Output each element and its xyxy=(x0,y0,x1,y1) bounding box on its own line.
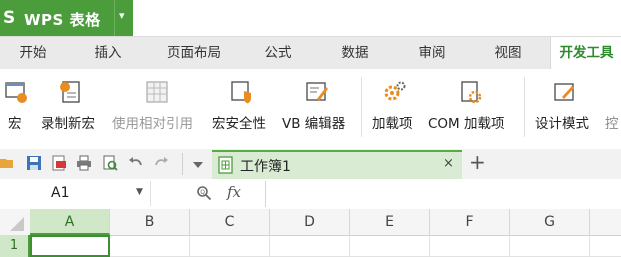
vb-editor-label: VB 编辑器 xyxy=(282,116,346,132)
title-bar: S WPS 表格 ▾ xyxy=(0,0,621,36)
column-header-e[interactable]: E xyxy=(350,209,430,235)
tab-view[interactable]: 视图 xyxy=(482,37,534,70)
tab-page-layout[interactable]: 页面布局 xyxy=(152,37,236,70)
insert-function-icon[interactable]: fx xyxy=(227,183,241,201)
relative-reference-icon xyxy=(146,81,168,103)
vb-editor-icon xyxy=(306,82,328,101)
tab-developer[interactable]: 开发工具 xyxy=(550,37,621,70)
print-preview-icon[interactable] xyxy=(102,155,118,171)
customize-toolbar-icon[interactable] xyxy=(190,157,206,173)
wps-logo-icon: S xyxy=(3,8,16,28)
toolbar-divider xyxy=(182,153,183,175)
addins-button[interactable]: 加载项 xyxy=(368,69,422,149)
gears-icon xyxy=(384,81,406,101)
macro-security-label: 宏安全性 xyxy=(212,116,266,132)
app-menu-button[interactable]: S WPS 表格 ▾ xyxy=(0,0,133,36)
cell-g1[interactable] xyxy=(510,235,590,257)
tab-home[interactable]: 开始 xyxy=(0,37,66,70)
design-mode-button[interactable]: 设计模式 xyxy=(532,69,598,149)
macro-icon xyxy=(5,82,27,103)
column-header-row: A B C D E F G xyxy=(0,209,621,236)
document-title: 工作簿1 xyxy=(240,159,291,175)
cell-c1[interactable] xyxy=(190,235,270,257)
redo-icon[interactable] xyxy=(153,155,169,171)
cell-d1[interactable] xyxy=(270,235,350,257)
record-macro-button[interactable]: 录制新宏 xyxy=(38,69,104,149)
column-header-d[interactable]: D xyxy=(270,209,350,235)
macro-security-icon xyxy=(231,81,251,104)
chevron-down-icon[interactable]: ▾ xyxy=(119,9,125,22)
ribbon-tab-bar: 开始 插入 页面布局 公式 数据 审阅 视图 开发工具 xyxy=(0,36,621,70)
ribbon-divider xyxy=(361,77,362,137)
column-header-a[interactable]: A xyxy=(30,209,110,235)
relative-reference-button[interactable]: 使用相对引用 xyxy=(110,69,206,149)
cell-f1[interactable] xyxy=(430,235,510,257)
app-menu-divider xyxy=(114,0,115,36)
column-header-partial[interactable] xyxy=(590,209,621,235)
macro-button[interactable]: 宏 xyxy=(0,69,30,149)
tab-data[interactable]: 数据 xyxy=(328,37,382,70)
new-tab-icon[interactable]: + xyxy=(469,150,486,174)
select-all-corner[interactable] xyxy=(0,209,31,235)
row-header-1[interactable]: 1 xyxy=(0,235,30,257)
document-tab[interactable]: 工作簿1 × xyxy=(212,150,462,179)
vb-editor-button[interactable]: VB 编辑器 xyxy=(280,69,354,149)
quick-access-toolbar: 工作簿1 × + xyxy=(0,149,621,180)
column-header-f[interactable]: F xyxy=(430,209,510,235)
cell-e1[interactable] xyxy=(350,235,430,257)
spreadsheet-file-icon xyxy=(218,156,233,174)
formula-input[interactable] xyxy=(265,181,621,207)
open-folder-icon[interactable] xyxy=(0,155,16,171)
tab-formulas[interactable]: 公式 xyxy=(252,37,304,70)
addins-label: 加载项 xyxy=(372,116,413,132)
controls-label: 控 xyxy=(605,116,619,132)
tab-insert[interactable]: 插入 xyxy=(78,37,138,70)
cell-h1[interactable] xyxy=(590,235,621,257)
design-mode-icon xyxy=(554,83,574,101)
grid-rows: 1 xyxy=(0,235,621,257)
com-addins-label: COM 加载项 xyxy=(428,116,505,132)
column-header-g[interactable]: G xyxy=(510,209,590,235)
name-box[interactable]: A1 ▼ xyxy=(0,181,151,206)
undo-icon[interactable] xyxy=(128,155,144,171)
cell-b1[interactable] xyxy=(110,235,190,257)
record-macro-label: 录制新宏 xyxy=(41,116,95,132)
com-addins-button[interactable]: COM 加载项 xyxy=(426,69,518,149)
select-all-icon xyxy=(10,217,24,231)
app-name: WPS 表格 xyxy=(24,11,101,29)
macro-security-button[interactable]: 宏安全性 xyxy=(210,69,274,149)
com-addins-icon xyxy=(461,81,482,104)
name-box-value: A1 xyxy=(51,185,70,201)
record-macro-icon xyxy=(60,81,80,103)
chevron-down-icon[interactable]: ▼ xyxy=(136,187,143,197)
column-header-b[interactable]: B xyxy=(110,209,190,235)
close-icon[interactable]: × xyxy=(443,156,454,171)
print-icon[interactable] xyxy=(76,155,92,171)
svg-text:Q: Q xyxy=(200,189,205,196)
ribbon-divider xyxy=(524,77,525,137)
column-header-c[interactable]: C xyxy=(190,209,270,235)
formula-bar: A1 ▼ Q fx xyxy=(0,179,621,210)
design-mode-label: 设计模式 xyxy=(535,116,589,132)
developer-ribbon: 宏 录制新宏 使用相对引用 宏安全性 VB 编辑器 加载项 COM 加载项 设计… xyxy=(0,69,621,150)
cell-a1[interactable] xyxy=(30,235,110,257)
save-icon[interactable] xyxy=(26,155,42,171)
zoom-search-icon[interactable]: Q xyxy=(196,185,212,201)
macro-label: 宏 xyxy=(8,116,22,132)
export-pdf-icon[interactable] xyxy=(51,155,67,171)
relative-reference-label: 使用相对引用 xyxy=(112,116,193,132)
tab-review[interactable]: 审阅 xyxy=(406,37,458,70)
controls-button[interactable]: 控 xyxy=(603,69,621,149)
